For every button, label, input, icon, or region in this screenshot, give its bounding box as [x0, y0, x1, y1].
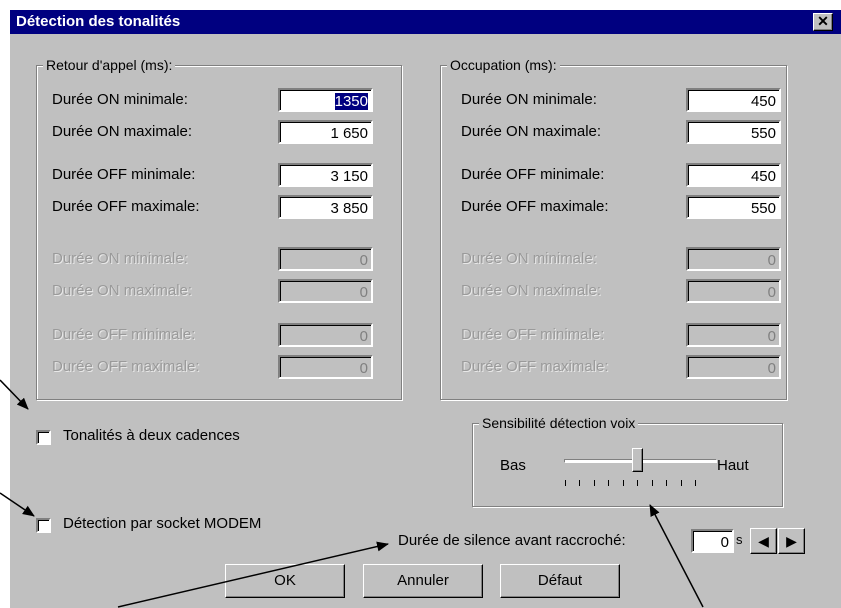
annotation-arrow-1: [0, 379, 29, 410]
annotation-arrows: [0, 379, 704, 608]
annotation-arrow-4: [649, 504, 704, 608]
annotation-arrow-2: [0, 492, 35, 517]
annotation-arrow-3: [117, 541, 389, 608]
